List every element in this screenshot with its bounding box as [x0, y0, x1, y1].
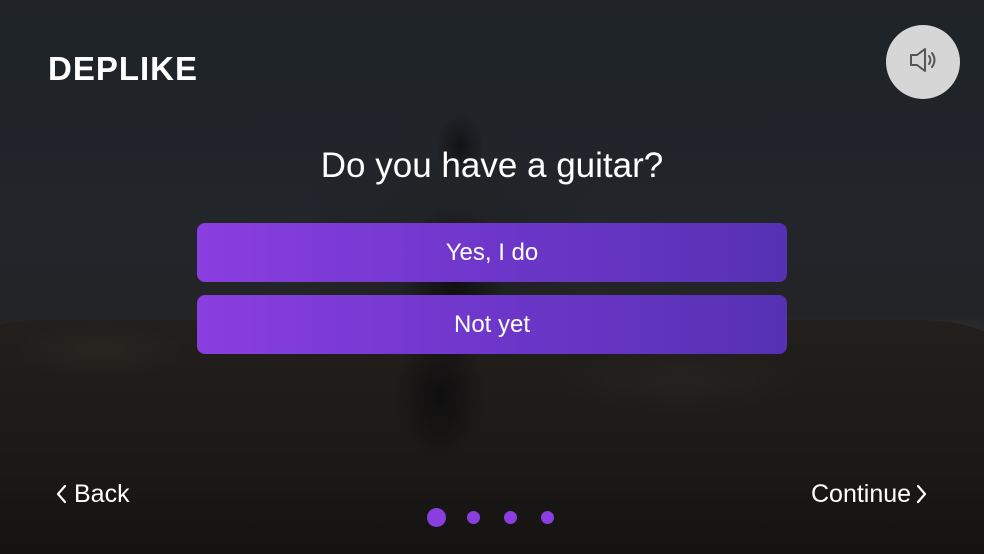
- step-dot-active: [427, 508, 446, 527]
- option-yes-button[interactable]: Yes, I do: [197, 223, 787, 282]
- continue-label: Continue: [811, 480, 912, 508]
- back-button[interactable]: Back: [52, 478, 130, 510]
- back-label: Back: [74, 480, 130, 508]
- step-dot: [467, 511, 480, 524]
- option-label: Yes, I do: [445, 238, 539, 266]
- chevron-right-icon: [911, 481, 931, 507]
- option-label: Not yet: [453, 310, 531, 338]
- step-dot: [504, 511, 517, 524]
- option-not-yet-button[interactable]: Not yet: [197, 295, 787, 354]
- sound-toggle-button[interactable]: [886, 25, 960, 99]
- chevron-left-icon: [52, 481, 72, 507]
- speaker-icon: [904, 41, 942, 84]
- question-title: Do you have a guitar?: [320, 146, 664, 185]
- brand-logo: DEPLIKE: [48, 50, 199, 87]
- continue-button[interactable]: Continue: [811, 478, 931, 510]
- step-dot: [541, 511, 554, 524]
